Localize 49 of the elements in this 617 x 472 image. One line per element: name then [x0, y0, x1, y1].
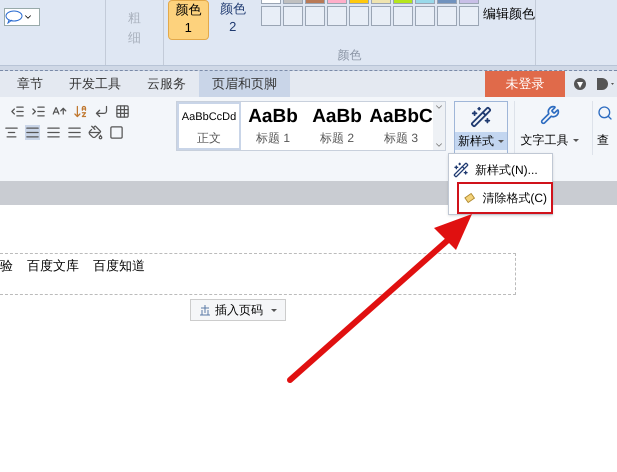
ribbon-tab[interactable]: 页眉和页脚: [199, 71, 290, 97]
page-number-icon: [199, 304, 211, 316]
empty-swatch[interactable]: [261, 6, 281, 26]
ribbon-tab[interactable]: 章节: [4, 71, 56, 97]
menu-item[interactable]: 新样式(N)...: [449, 156, 552, 184]
caret-icon: [498, 140, 504, 142]
empty-swatch[interactable]: [393, 6, 413, 26]
empty-swatch[interactable]: [459, 6, 479, 26]
text-tools-icon: [540, 105, 560, 125]
ribbon-tab[interactable]: 开发工具: [56, 71, 134, 97]
align-center-icon[interactable]: [4, 125, 19, 140]
menu-item[interactable]: 清除格式(C): [459, 184, 551, 212]
style-option[interactable]: AaBbCcDd 正文: [177, 102, 241, 150]
caret-icon: [271, 308, 277, 312]
speech-bubble-icon: [5, 10, 23, 24]
insert-page-number-button[interactable]: 插入页码: [190, 299, 286, 321]
shading-icon[interactable]: [88, 125, 103, 140]
paragraph-mark-icon[interactable]: [94, 104, 109, 119]
caret-icon: [572, 138, 578, 142]
magic-wand-icon: [470, 106, 492, 128]
style-option[interactable]: AaBbC 标题 3: [369, 102, 433, 150]
header-text: 验: [0, 257, 13, 275]
empty-swatch[interactable]: [327, 6, 347, 26]
header-text: 百度知道: [93, 257, 145, 275]
increase-indent-icon[interactable]: [31, 104, 46, 119]
empty-swatch[interactable]: [437, 6, 457, 26]
ribbon-tab[interactable]: 云服务: [134, 71, 199, 97]
style-option[interactable]: AaBb 标题 1: [241, 102, 305, 150]
color-button[interactable]: 颜色 2: [212, 0, 253, 40]
justify-icon[interactable]: [25, 125, 40, 140]
magic-wand-icon: [453, 162, 469, 178]
sort-icon[interactable]: [73, 104, 88, 119]
empty-swatch[interactable]: [349, 6, 369, 26]
empty-swatch[interactable]: [305, 6, 325, 26]
edit-colors-button[interactable]: 编辑颜色: [483, 4, 535, 24]
group-label: 颜色: [336, 47, 362, 64]
border-icon[interactable]: [109, 125, 124, 140]
search-icon: [597, 105, 612, 121]
speech-bubble-shape-button[interactable]: [4, 8, 40, 26]
decrease-indent-icon[interactable]: [10, 104, 25, 119]
color-button[interactable]: 颜色 1: [168, 0, 209, 40]
empty-swatch[interactable]: [415, 6, 435, 26]
empty-swatch[interactable]: [283, 6, 303, 26]
table-grid-icon[interactable]: [115, 104, 130, 119]
header-text: 百度文库: [27, 257, 79, 275]
style-option[interactable]: AaBb 标题 2: [305, 102, 369, 150]
empty-swatch[interactable]: [371, 6, 391, 26]
find-button[interactable]: 查: [592, 101, 612, 155]
d-logo-icon: [595, 77, 617, 91]
